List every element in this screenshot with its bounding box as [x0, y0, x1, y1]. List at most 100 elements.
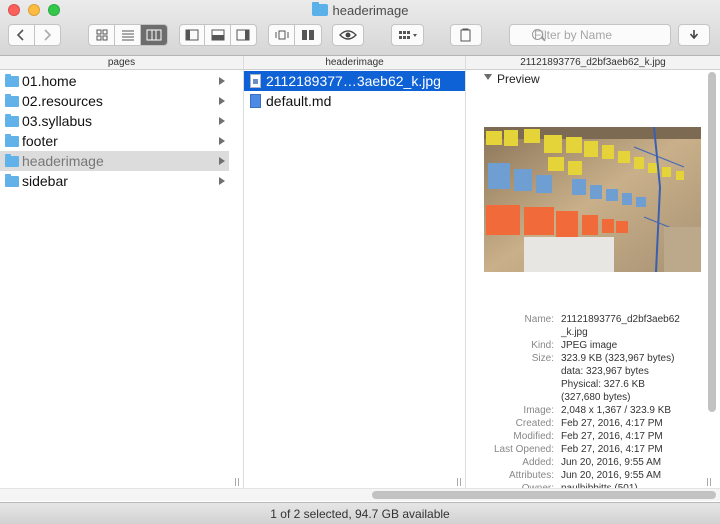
item-label: sidebar	[22, 173, 68, 189]
gallery-toggles	[268, 24, 322, 46]
window-title: headerimage	[0, 2, 720, 18]
search-input[interactable]	[530, 28, 650, 42]
list-item-selected[interactable]: 2112189377…3aeb62_k.jpg	[244, 71, 465, 91]
info-value: Physical: 327.6 KB	[561, 379, 645, 390]
info-key: Name:	[524, 314, 554, 325]
chevron-right-icon	[44, 29, 52, 41]
share-group	[450, 24, 482, 46]
folder-icon	[311, 2, 328, 16]
folder-icon	[5, 113, 19, 127]
list-item-selected[interactable]: headerimage	[0, 151, 229, 171]
folder-icon	[5, 173, 19, 187]
folder-icon	[5, 93, 19, 107]
split-view-button[interactable]	[295, 25, 321, 45]
info-value: 21121893776_d2bf3aeb62	[561, 314, 680, 325]
icon-view-button[interactable]	[89, 25, 116, 45]
sidebar-toggle-button[interactable]	[180, 25, 206, 45]
item-label: 02.resources	[22, 93, 103, 109]
list-item[interactable]: footer	[0, 131, 243, 151]
folder-icon	[5, 73, 19, 87]
disclosure-triangle-icon[interactable]	[484, 74, 492, 80]
info-key: Attributes:	[508, 470, 554, 481]
item-label: default.md	[266, 93, 332, 109]
column-header-headerimage: headerimage	[244, 56, 465, 70]
grid-icon	[96, 29, 108, 41]
column-resize-handle[interactable]	[456, 478, 462, 486]
download-group	[678, 24, 710, 46]
info-key: Kind:	[531, 340, 554, 351]
image-file-icon	[250, 74, 261, 88]
column-header-pages: pages	[0, 56, 243, 70]
bottom-panel-icon	[211, 29, 225, 41]
image-preview	[484, 127, 701, 272]
list-icon	[121, 30, 134, 41]
info-value: _k.jpg	[561, 327, 588, 338]
share-button[interactable]	[451, 25, 481, 45]
disclosure-arrow-icon	[219, 77, 225, 85]
list-view-button[interactable]	[115, 25, 141, 45]
photo-thumbnail	[484, 127, 701, 272]
info-key: Last Opened:	[493, 444, 554, 455]
info-key: Modified:	[513, 431, 554, 442]
item-label: 01.home	[22, 73, 77, 89]
disclosure-arrow-icon	[219, 97, 225, 105]
preview-toggle-label[interactable]: Preview	[497, 72, 540, 86]
cover-flow-button[interactable]	[269, 25, 296, 45]
info-key: Created:	[515, 418, 554, 429]
disclosure-arrow-icon	[219, 137, 225, 145]
info-value: Feb 27, 2016, 4:17 PM	[561, 431, 663, 442]
column-headerimage: 2112189377…3aeb62_k.jpg default.md	[244, 70, 465, 488]
info-value: 323.9 KB (323,967 bytes)	[561, 353, 675, 364]
info-value: Jun 20, 2016, 9:55 AM	[561, 470, 662, 481]
column-view-button[interactable]	[140, 25, 167, 45]
status-bar: 1 of 2 selected, 94.7 GB available	[0, 502, 720, 524]
list-item[interactable]: default.md	[244, 91, 465, 111]
item-label: 03.syllabus	[22, 113, 93, 129]
sidebar-icon	[185, 29, 199, 41]
cover-flow-icon	[275, 30, 288, 40]
columns-icon	[146, 29, 162, 41]
info-value: Feb 27, 2016, 4:17 PM	[561, 444, 663, 455]
clipboard-icon	[460, 28, 471, 42]
markdown-file-icon	[250, 94, 261, 108]
bottom-panel-toggle-button[interactable]	[205, 25, 231, 45]
forward-button[interactable]	[35, 25, 60, 45]
column-header-preview: 21121893776_d2bf3aeb62_k.jpg	[466, 56, 720, 70]
nav-buttons	[8, 24, 61, 46]
column-pages: 01.home 02.resources 03.syllabus footer …	[0, 70, 243, 488]
folder-icon	[5, 153, 19, 167]
list-item[interactable]: 01.home	[0, 71, 243, 91]
download-button[interactable]	[679, 25, 709, 45]
view-mode-segmented	[88, 24, 168, 46]
preview-panel-toggle-button[interactable]	[231, 25, 256, 45]
search-field[interactable]	[509, 24, 671, 46]
disclosure-arrow-icon	[219, 157, 225, 165]
info-value: 2,048 x 1,367 / 323.9 KB	[561, 405, 672, 416]
horizontal-scrollbar[interactable]	[372, 491, 716, 499]
info-value: Jun 20, 2016, 9:55 AM	[561, 457, 662, 468]
panel-toggles	[179, 24, 257, 46]
finder-window: headerimage Filter by Name pages headeri…	[0, 0, 720, 524]
chevron-left-icon	[17, 29, 24, 41]
column-divider[interactable]	[465, 56, 466, 488]
search-icon	[532, 29, 543, 40]
info-value: data: 323,967 bytes	[561, 366, 649, 377]
list-item[interactable]: 03.syllabus	[0, 111, 243, 131]
arrange-dropdown[interactable]	[392, 25, 423, 45]
info-value: Feb 27, 2016, 4:17 PM	[561, 418, 663, 429]
disclosure-arrow-icon	[219, 117, 225, 125]
column-resize-handle[interactable]	[706, 478, 712, 486]
back-button[interactable]	[9, 25, 35, 45]
info-key: Image:	[523, 405, 554, 416]
arrange-icon	[398, 31, 417, 39]
quick-look-group	[332, 24, 364, 46]
vertical-scrollbar[interactable]	[708, 72, 716, 412]
list-item[interactable]: 02.resources	[0, 91, 243, 111]
quick-look-button[interactable]	[333, 25, 363, 45]
column-resize-handle[interactable]	[234, 478, 240, 486]
list-item[interactable]: sidebar	[0, 171, 243, 191]
item-label: footer	[22, 133, 58, 149]
arrange-group	[391, 24, 424, 46]
folder-icon	[5, 133, 19, 147]
disclosure-arrow-icon	[219, 177, 225, 185]
